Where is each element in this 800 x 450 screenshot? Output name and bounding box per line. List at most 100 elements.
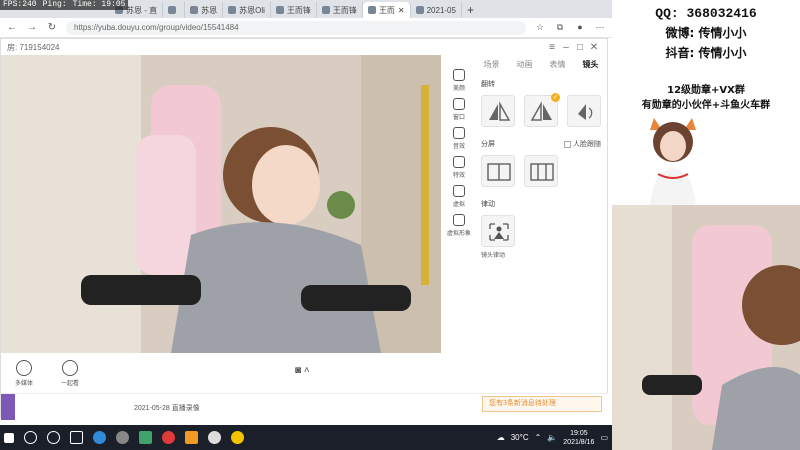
rail-item-avatar[interactable]: 虚拟形象 [447, 214, 471, 237]
flip-vertical-button[interactable]: ✓ [524, 93, 560, 127]
avatar-icon [452, 214, 465, 226]
browser-tab[interactable] [163, 2, 186, 18]
mini-camera-view [612, 205, 800, 450]
record-thumbnail[interactable] [1, 394, 15, 420]
flip-horizontal-button[interactable] [481, 95, 515, 127]
browser-tab[interactable]: 王而锋 [271, 2, 317, 18]
virtual-icon [452, 185, 465, 197]
lens-shake-label: 镜头律动 [481, 253, 506, 259]
tab-favicon-icon [321, 6, 330, 14]
panel-tabs: 场景 动画 表情 镜头 [475, 55, 607, 73]
shake-heading: 律动 [481, 201, 495, 208]
search-icon[interactable] [24, 431, 37, 444]
split-options [481, 155, 601, 187]
profile-icon[interactable]: ● [574, 22, 586, 34]
tab-expression[interactable]: 表情 [550, 59, 566, 70]
tab-close-icon[interactable]: ✕ [398, 6, 405, 15]
close-icon[interactable]: ✕ [587, 42, 601, 53]
notification-banner[interactable]: 您有3条新消息待处理 [482, 396, 602, 412]
extensions-icon[interactable]: ⧉ [554, 22, 566, 34]
task-view-icon[interactable] [70, 431, 83, 444]
flip-horizontal-icon [489, 101, 511, 121]
record-strip: 2021-05-28 直播录像 您有3条新消息待处理 [1, 393, 609, 420]
watch-together-button[interactable]: 一起看 [47, 359, 93, 387]
flip-vertical-icon [530, 101, 552, 121]
menu-dots-icon[interactable]: ⋯ [594, 22, 606, 34]
menu-icon[interactable]: ≡ [545, 42, 559, 53]
edge-icon[interactable] [93, 431, 106, 444]
rotate-button[interactable] [567, 95, 601, 127]
url-field[interactable]: https://yuba.douyu.com/group/video/15541… [66, 20, 526, 35]
streamer-video [1, 55, 441, 353]
split-three-button[interactable] [524, 155, 558, 187]
app-icon[interactable] [116, 431, 129, 444]
start-icon[interactable] [4, 432, 14, 443]
watch-together-icon [62, 359, 78, 376]
perf-overlay: FPS:240 Ping: Time: 19:05 [0, 0, 129, 10]
app-icon[interactable] [208, 431, 221, 444]
fps-readout: FPS:240 [3, 0, 37, 9]
video-preview[interactable] [1, 55, 441, 353]
lens-shake-icon [489, 223, 509, 241]
app-icon[interactable] [162, 431, 175, 444]
flip-options: ✓ [481, 93, 601, 127]
tab-favicon-icon [367, 6, 376, 14]
tray-icon[interactable]: ⌃ [535, 433, 542, 442]
tab-scene[interactable]: 场景 [484, 59, 500, 70]
rail-item-window[interactable]: 窗口 [452, 98, 465, 121]
system-tray: ☁ 30°C ⌃ 🔈 19:05 2021/8/16 ▭ [497, 429, 608, 447]
cortana-icon[interactable] [47, 431, 60, 444]
weather-icon[interactable]: ☁ [497, 433, 505, 442]
back-icon[interactable]: ← [6, 22, 18, 34]
record-date[interactable]: 2021-05-28 直播录像 [134, 403, 200, 413]
tool-rail: 美颜 窗口 音效 特效 虚拟 虚拟形象 [444, 55, 474, 353]
dialog-header: 房: 719154024 ≡ – □ ✕ [1, 39, 607, 55]
browser-tab-active[interactable]: 王而 ✕ [362, 2, 411, 18]
rail-item-beauty[interactable]: 美颜 [452, 69, 465, 92]
ping-readout: Ping: [42, 0, 67, 9]
split-two-button[interactable] [481, 155, 515, 187]
weather-temp[interactable]: 30°C [511, 433, 529, 442]
app-icon[interactable] [231, 431, 244, 444]
rotate-icon [578, 104, 593, 120]
camera-icon[interactable]: ◙ ˄ [295, 365, 310, 376]
minimize-icon[interactable]: – [559, 42, 573, 53]
forward-icon[interactable]: → [26, 22, 38, 34]
group-line: 12级勋章+VX群 [667, 85, 745, 96]
media-button[interactable]: 多媒体 [1, 359, 47, 387]
window-icon [452, 98, 465, 110]
browser-tab[interactable]: 苏恩 [185, 2, 224, 18]
media-icon [16, 359, 32, 376]
app-icon[interactable] [139, 431, 152, 444]
new-tab-button[interactable]: + [462, 2, 479, 18]
lens-shake-button[interactable] [481, 215, 515, 247]
notification-icon[interactable]: ▭ [600, 433, 608, 442]
stream-dialog: 房: 719154024 ≡ – □ ✕ 美颜 窗口 音效 特效 虚拟 虚拟形象… [0, 38, 609, 420]
face-follow-checkbox[interactable]: 人脸跟随 [564, 139, 601, 149]
browser-tab[interactable]: 苏恩Oli [223, 2, 271, 18]
split-two-icon [487, 163, 511, 181]
browser-tab[interactable]: 王而锋 [317, 2, 363, 18]
rail-item-effects[interactable]: 特效 [452, 156, 465, 179]
app-icon[interactable] [185, 431, 198, 444]
volume-icon[interactable]: 🔈 [547, 433, 557, 442]
split-heading: 分屏 [481, 141, 495, 148]
rail-item-virtual[interactable]: 虚拟 [452, 185, 465, 208]
room-id: 房: 719154024 [7, 42, 60, 52]
split-three-icon [530, 163, 554, 181]
maximize-icon[interactable]: □ [573, 42, 587, 53]
browser-tab[interactable]: 2021-05 [411, 2, 462, 18]
clock[interactable]: 19:05 2021/8/16 [563, 429, 594, 447]
mini-camera-video [612, 205, 800, 450]
rail-item-sound[interactable]: 音效 [452, 127, 465, 150]
tab-animation[interactable]: 动画 [517, 59, 533, 70]
bookmark-star-icon[interactable]: ☆ [534, 22, 546, 34]
tab-favicon-icon [228, 6, 237, 14]
effects-icon [452, 156, 465, 168]
group-line-2: 有勋章的小伙伴+斗鱼火车群 [641, 100, 771, 111]
tab-lens[interactable]: 镜头 [583, 59, 599, 70]
shake-options [481, 215, 601, 247]
reload-icon[interactable]: ↻ [46, 22, 58, 34]
weibo-line: 微博: 传情小小 [665, 26, 747, 40]
beauty-icon [452, 69, 465, 81]
